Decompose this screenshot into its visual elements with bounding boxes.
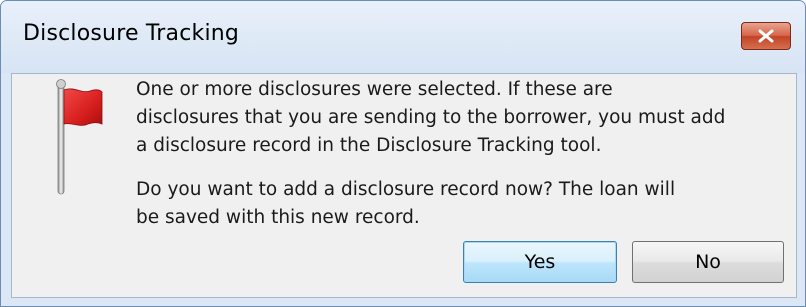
question-line: Do you want to add a disclosure record n… bbox=[136, 179, 676, 200]
red-flag-icon bbox=[56, 79, 103, 195]
no-button[interactable]: No bbox=[632, 241, 784, 283]
title-bar[interactable]: Disclosure Tracking bbox=[1, 1, 805, 73]
question-line: be saved with this new record. bbox=[136, 207, 420, 228]
question-text: Do you want to add a disclosure record n… bbox=[136, 176, 675, 232]
close-button[interactable] bbox=[741, 22, 791, 50]
message-line: a disclosure record in the Disclosure Tr… bbox=[136, 135, 602, 156]
dialog-body: One or more disclosures were selected. I… bbox=[11, 73, 797, 298]
yes-button[interactable]: Yes bbox=[463, 241, 617, 283]
dialog-title: Disclosure Tracking bbox=[23, 21, 240, 46]
message-line: One or more disclosures were selected. I… bbox=[136, 79, 613, 100]
close-icon bbox=[758, 29, 774, 43]
message-line: disclosures that you are sending to the … bbox=[136, 107, 726, 128]
message-text: One or more disclosures were selected. I… bbox=[136, 76, 725, 160]
disclosure-tracking-dialog: Disclosure Tracking One or more disclosu… bbox=[0, 0, 806, 307]
